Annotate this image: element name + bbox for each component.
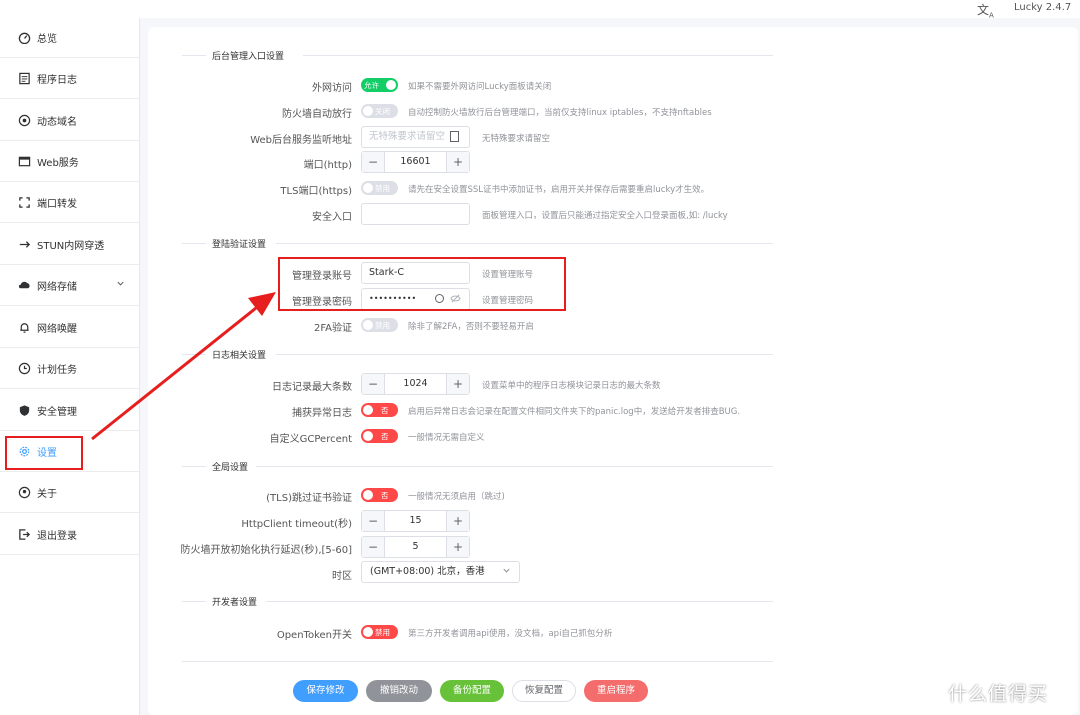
watermark: 值 什么值得买 (912, 676, 1048, 709)
watermark-logo-icon: 值 (912, 676, 942, 709)
annotation-arrow (91, 292, 276, 441)
svg-text:值: 值 (920, 684, 933, 700)
